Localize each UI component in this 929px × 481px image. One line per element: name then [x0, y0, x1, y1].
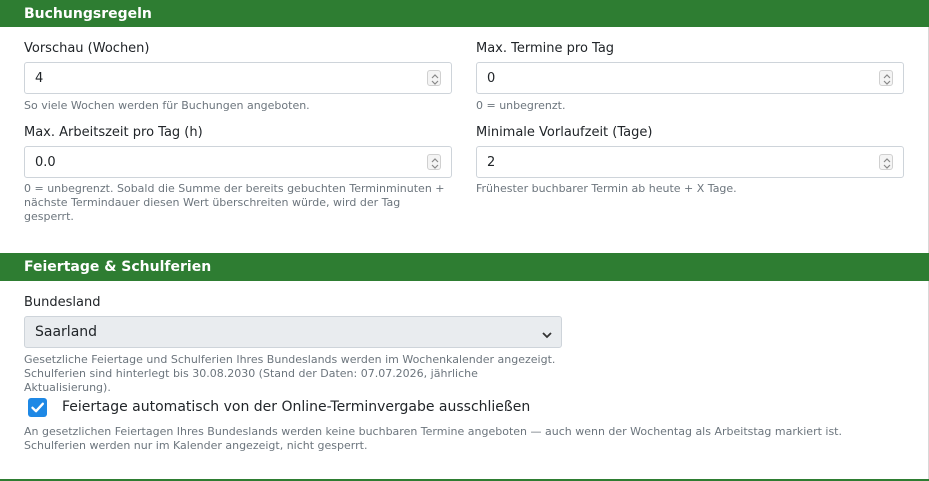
- state-select[interactable]: Saarland: [24, 316, 562, 348]
- section-header-holidays: Feiertage & Schulferien: [0, 253, 929, 281]
- max-appointments-input[interactable]: 0: [476, 62, 904, 94]
- preview-weeks-input[interactable]: 4: [24, 62, 452, 94]
- checkmark-icon: [31, 402, 44, 413]
- hint-line: 0 = unbegrenzt. Sobald die Summe der ber…: [24, 182, 445, 195]
- max-work-time-value: 0.0: [35, 154, 56, 170]
- preview-weeks-hint: So viele Wochen werden für Buchungen ang…: [24, 99, 310, 112]
- state-label: Bundesland: [24, 295, 101, 310]
- chevron-down-icon: [541, 328, 553, 344]
- exclude-holidays-hint: An gesetzlichen Feiertagen Ihres Bundesl…: [24, 425, 842, 453]
- max-work-time-hint: 0 = unbegrenzt. Sobald die Summe der ber…: [24, 182, 445, 224]
- state-hint: Gesetzliche Feiertage und Schulferien Ih…: [24, 353, 555, 395]
- spinner-arrows-icon[interactable]: [879, 70, 893, 86]
- preview-weeks-label: Vorschau (Wochen): [24, 41, 150, 56]
- min-lead-time-value: 2: [487, 154, 496, 170]
- max-work-time-label: Max. Arbeitszeit pro Tag (h): [24, 125, 203, 140]
- hint-line: nächste Termindauer diesen Wert überschr…: [24, 196, 401, 209]
- max-work-time-input[interactable]: 0.0: [24, 146, 452, 178]
- hint-line: Schulferien werden nur im Kalender angez…: [24, 439, 368, 452]
- spinner-arrows-icon[interactable]: [879, 154, 893, 170]
- section-title: Feiertage & Schulferien: [24, 259, 212, 275]
- section-header-booking-rules: Buchungsregeln: [0, 0, 929, 27]
- hint-line: Aktualisierung).: [24, 381, 111, 394]
- spinner-arrows-icon[interactable]: [427, 70, 441, 86]
- exclude-holidays-checkbox[interactable]: [28, 398, 47, 417]
- preview-weeks-value: 4: [35, 70, 44, 86]
- min-lead-time-input[interactable]: 2: [476, 146, 904, 178]
- hint-line: An gesetzlichen Feiertagen Ihres Bundesl…: [24, 425, 842, 438]
- hint-line: Gesetzliche Feiertage und Schulferien Ih…: [24, 353, 556, 366]
- min-lead-time-hint: Frühester buchbarer Termin ab heute + X …: [476, 182, 737, 195]
- hint-line: Schulferien sind hinterlegt bis 30.08.20…: [24, 367, 478, 380]
- section-title: Buchungsregeln: [24, 5, 152, 22]
- max-appointments-hint: 0 = unbegrenzt.: [476, 99, 566, 112]
- max-appointments-value: 0: [487, 70, 496, 86]
- min-lead-time-label: Minimale Vorlaufzeit (Tage): [476, 125, 653, 140]
- hint-line: gesperrt.: [24, 210, 74, 223]
- max-appointments-label: Max. Termine pro Tag: [476, 41, 615, 56]
- state-selected-value: Saarland: [35, 324, 98, 340]
- spinner-arrows-icon[interactable]: [427, 154, 441, 170]
- exclude-holidays-label[interactable]: Feiertage automatisch von der Online-Ter…: [62, 399, 530, 415]
